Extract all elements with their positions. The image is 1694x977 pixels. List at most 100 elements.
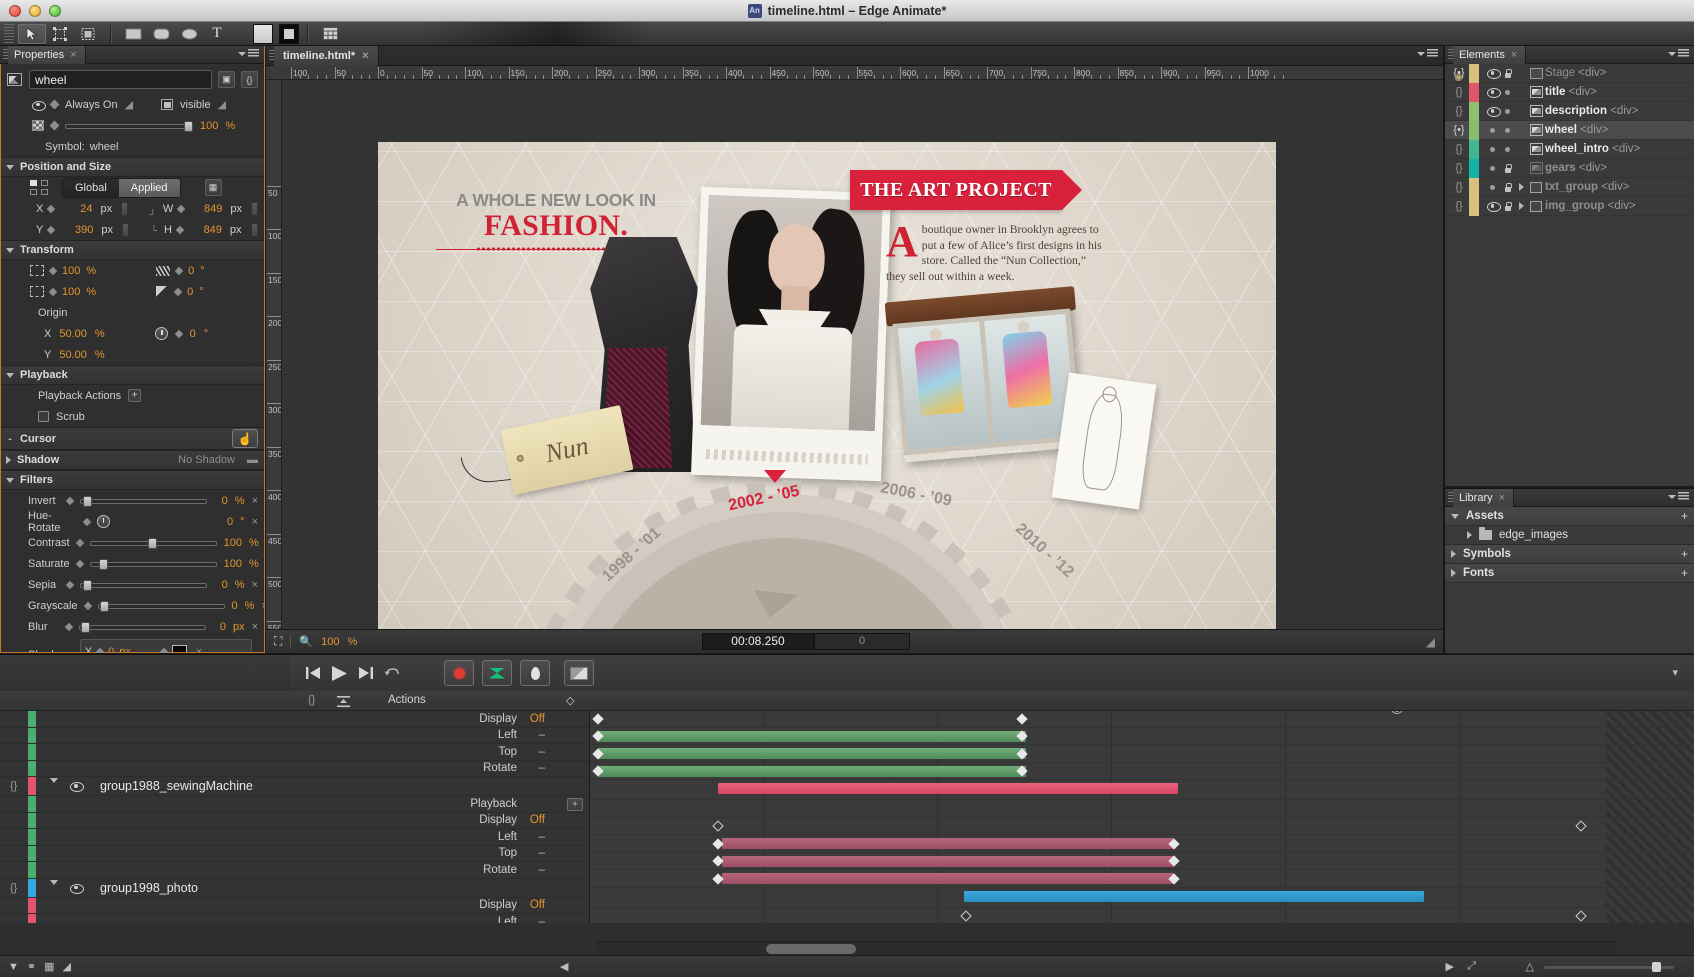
rotation-dial-icon[interactable] [155,327,168,340]
timeline-keyframe[interactable] [1575,910,1586,921]
panel-menu-button[interactable] [238,49,259,58]
actions-brace-icon-1[interactable]: {} [1449,86,1469,98]
visibility-mode-label[interactable]: Always On [65,99,118,111]
eye-icon-title[interactable] [1485,87,1500,97]
library-row-edge_images[interactable]: edge_images [1445,526,1694,545]
lock-icon-Stage[interactable] [1500,69,1515,78]
seg-applied[interactable]: Applied [119,179,180,197]
text-tool-button[interactable]: T [203,24,231,44]
auto-transition-mode-button[interactable] [482,660,512,686]
go-to-start-button[interactable] [300,661,326,685]
zoom-fit-icon[interactable]: ⤢ [1467,960,1476,973]
shadow-x-value[interactable]: 0 [108,646,114,653]
cursor-picker-button[interactable]: ☝ [232,429,258,448]
add-Symbols-button[interactable]: + [1681,547,1688,561]
actions-brace-icon-6[interactable]: {} [1449,181,1469,193]
actions-button[interactable]: {} [241,71,258,88]
opacity-slider[interactable] [65,121,193,131]
opacity-value[interactable]: 100 [200,120,218,132]
filter-value-0[interactable]: 0 [214,495,228,507]
timeline-prop-value[interactable]: – [539,864,545,876]
filter-keyframe-3[interactable] [75,559,83,567]
center-stage-icon[interactable]: ⛶ [274,634,282,649]
eye-toggle-txt_group[interactable] [1485,185,1500,190]
zoom-out-icon[interactable]: △ [1526,960,1534,973]
layout-defaults-button[interactable] [316,24,344,44]
filter-keyframe-5[interactable] [83,601,91,609]
x-stepper[interactable] [121,202,128,216]
element-row-description[interactable]: {}description <div> [1445,102,1694,121]
timeline-group-row-group1998_photo[interactable]: {}group1998_photo [0,879,589,898]
element-name-input[interactable] [29,70,212,89]
scale-x-keyframe-icon[interactable] [49,266,57,274]
eye-toggle-wheel[interactable] [1485,128,1500,133]
timeline-bar[interactable] [722,873,1174,884]
disclosure-Symbols[interactable] [1451,550,1456,558]
tab-elements[interactable]: Elements × [1453,46,1526,64]
filter-value-1[interactable]: 0 [213,516,233,528]
section-shadow[interactable]: Shadow No Shadow ▬ [0,450,264,470]
section-filters[interactable]: Filters [0,470,264,490]
timeline-group-row-group1988_sewingMachine[interactable]: {}group1988_sewingMachine [0,777,589,796]
disclosure-Assets[interactable] [1451,514,1459,519]
easing-preset-icon[interactable]: ◢ [63,960,71,973]
close-icon-document[interactable]: × [362,50,368,62]
y-stepper[interactable] [122,223,129,237]
filter-value-6[interactable]: 0 [213,621,226,633]
element-row-Stage[interactable]: {•}Stage <div> [1445,64,1694,83]
filter-keyframe-0[interactable] [66,496,74,504]
display-mode-label[interactable]: visible [180,99,211,111]
eye-icon-description[interactable] [1485,106,1500,116]
w-keyframe-icon[interactable] [177,204,185,212]
remove-shadow-filter-icon[interactable]: × [196,646,202,653]
selection-tool-button[interactable] [18,24,46,44]
add-Assets-button[interactable]: + [1681,509,1688,523]
timeline-track[interactable] [590,729,1694,746]
expand-triangle-txt_group[interactable] [1515,183,1527,191]
close-icon-elements[interactable]: × [1511,49,1517,61]
pin-toggle-icon[interactable]: ⚭ [27,960,36,973]
timeline-bar[interactable] [718,783,1178,794]
h-stepper[interactable] [251,223,258,237]
timeline-bar[interactable] [598,731,1026,742]
timeline-prop-value[interactable]: – [539,831,545,843]
expand-triangle-img_group[interactable] [1515,202,1527,210]
filter-keyframe-1[interactable] [82,517,90,525]
actions-brace-icon-5[interactable]: {} [1449,162,1469,174]
filter-slider-4[interactable] [80,580,207,590]
skew-y-value[interactable]: 0 [187,286,193,298]
shadow-x-keyframe-icon[interactable] [96,648,104,653]
rotate-value[interactable]: 0 [190,328,196,340]
timeline-keyframe[interactable] [1016,713,1027,724]
timeline-track[interactable] [590,836,1694,853]
timeline-keyframe[interactable] [1575,820,1586,831]
eye-icon-img_group[interactable] [1485,201,1500,211]
lock-toggle-wheel[interactable] [1500,128,1515,133]
lock-toggle-description[interactable] [1500,109,1515,114]
y-value[interactable]: 390 [59,224,93,236]
scrub-checkbox[interactable] [38,411,49,422]
timeline-prop-value[interactable]: Off [530,814,545,826]
timeline-track[interactable] [590,746,1694,763]
element-row-wheel_intro[interactable]: {}wheel_intro <div> [1445,140,1694,159]
add-Fonts-button[interactable]: + [1681,566,1688,580]
shadow-color-swatch[interactable] [172,645,187,654]
toggle-pin-button[interactable] [520,660,550,686]
stage-resize-grip[interactable]: ◢ [1426,635,1435,649]
stroke-color-swatch[interactable] [279,24,299,44]
elements-panel-menu-button[interactable] [1668,49,1689,58]
timeline-keyframe[interactable] [712,820,723,831]
skew-y-keyframe-icon[interactable] [174,287,182,295]
timeline-prop-value[interactable]: – [539,916,545,923]
remove-filter-5[interactable]: × [261,600,264,612]
actions-brace-icon-7[interactable]: {} [1449,200,1469,212]
scale-y-value[interactable]: 100 [62,286,80,298]
timeline-bar[interactable] [722,838,1174,849]
h-keyframe-icon[interactable] [176,225,184,233]
library-row-Symbols[interactable]: Symbols+ [1445,545,1694,564]
x-value[interactable]: 24 [59,203,92,215]
shadow-color-keyframe-icon[interactable] [160,648,168,653]
play-button[interactable] [326,661,352,685]
timeline-prop-value[interactable]: – [539,729,545,741]
scroll-right-icon[interactable]: ▶ [1446,960,1454,973]
